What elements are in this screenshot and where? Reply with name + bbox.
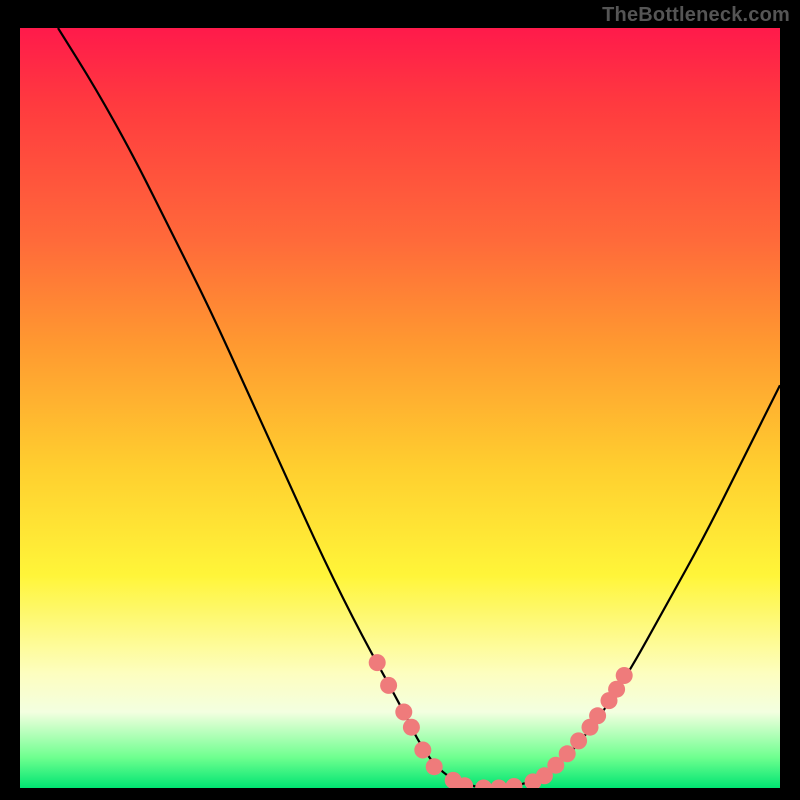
marker-dot bbox=[475, 780, 492, 789]
plot-area bbox=[20, 28, 780, 788]
bottleneck-curve bbox=[58, 28, 780, 788]
plot-overlay bbox=[20, 28, 780, 788]
marker-dot bbox=[414, 742, 431, 759]
marker-dot bbox=[403, 719, 420, 736]
marker-dot bbox=[395, 704, 412, 721]
highlighted-points bbox=[369, 654, 633, 788]
marker-dot bbox=[616, 667, 633, 684]
chart-stage: TheBottleneck.com bbox=[0, 0, 800, 800]
marker-dot bbox=[589, 707, 606, 724]
marker-dot bbox=[369, 654, 386, 671]
marker-dot bbox=[570, 732, 587, 749]
marker-dot bbox=[426, 758, 443, 775]
marker-dot bbox=[559, 745, 576, 762]
marker-dot bbox=[490, 780, 507, 789]
marker-dot bbox=[506, 778, 523, 788]
marker-dot bbox=[380, 677, 397, 694]
watermark-text: TheBottleneck.com bbox=[602, 4, 790, 27]
